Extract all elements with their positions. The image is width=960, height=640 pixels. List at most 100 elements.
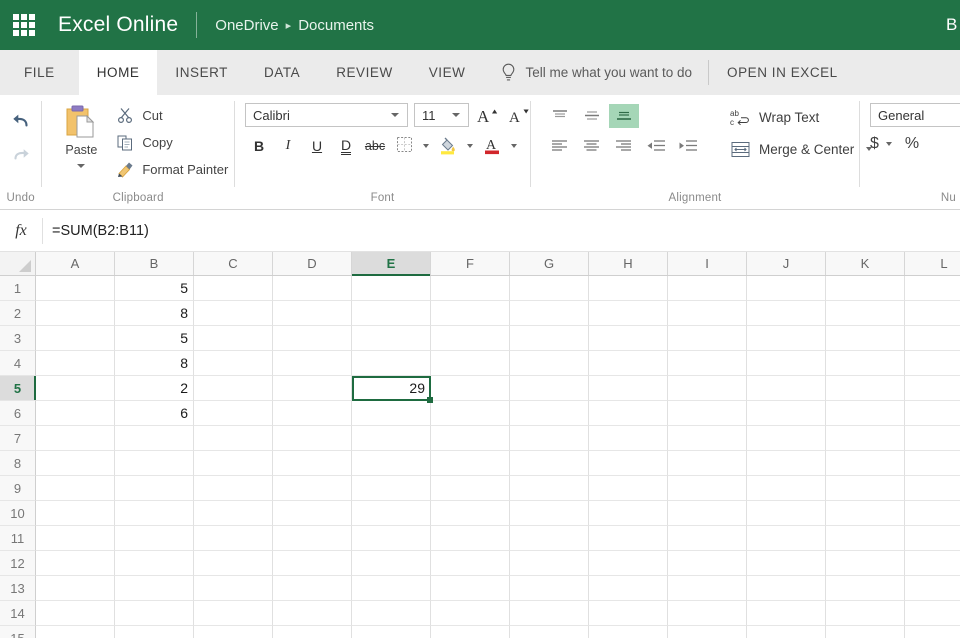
- cell-f14[interactable]: [431, 601, 510, 626]
- cell-l6[interactable]: [905, 401, 960, 426]
- cell-a14[interactable]: [36, 601, 115, 626]
- column-header-k[interactable]: K: [826, 252, 905, 275]
- cell-c5[interactable]: [194, 376, 273, 401]
- cell-k15[interactable]: [826, 626, 905, 638]
- number-format-combobox[interactable]: General: [870, 103, 960, 127]
- cell-l3[interactable]: [905, 326, 960, 351]
- cell-l14[interactable]: [905, 601, 960, 626]
- cell-g13[interactable]: [510, 576, 589, 601]
- cell-g5[interactable]: [510, 376, 589, 401]
- cell-h1[interactable]: [589, 276, 668, 301]
- row-header-13[interactable]: 13: [0, 576, 36, 601]
- cell-d5[interactable]: [273, 376, 352, 401]
- cell-g6[interactable]: [510, 401, 589, 426]
- cell-i3[interactable]: [668, 326, 747, 351]
- cell-e1[interactable]: [352, 276, 431, 301]
- row-header-11[interactable]: 11: [0, 526, 36, 551]
- column-header-f[interactable]: F: [431, 252, 510, 275]
- cell-k6[interactable]: [826, 401, 905, 426]
- cell-e9[interactable]: [352, 476, 431, 501]
- cell-a1[interactable]: [36, 276, 115, 301]
- cell-e4[interactable]: [352, 351, 431, 376]
- cell-i1[interactable]: [668, 276, 747, 301]
- cell-d1[interactable]: [273, 276, 352, 301]
- double-underline-button[interactable]: D: [332, 133, 360, 159]
- cell-a8[interactable]: [36, 451, 115, 476]
- font-color-button[interactable]: A: [478, 133, 506, 159]
- cell-b11[interactable]: [115, 526, 194, 551]
- cell-d2[interactable]: [273, 301, 352, 326]
- cell-f7[interactable]: [431, 426, 510, 451]
- cell-c12[interactable]: [194, 551, 273, 576]
- align-middle-button[interactable]: [577, 104, 607, 128]
- currency-chevron-down-icon[interactable]: [885, 142, 892, 146]
- cell-h2[interactable]: [589, 301, 668, 326]
- row-header-2[interactable]: 2: [0, 301, 36, 326]
- cell-d12[interactable]: [273, 551, 352, 576]
- strikethrough-button[interactable]: abc: [361, 133, 389, 159]
- cell-k3[interactable]: [826, 326, 905, 351]
- cell-k8[interactable]: [826, 451, 905, 476]
- cell-e2[interactable]: [352, 301, 431, 326]
- cell-k5[interactable]: [826, 376, 905, 401]
- row-header-9[interactable]: 9: [0, 476, 36, 501]
- cell-j13[interactable]: [747, 576, 826, 601]
- cell-i12[interactable]: [668, 551, 747, 576]
- cell-f12[interactable]: [431, 551, 510, 576]
- undo-arrow-icon[interactable]: [8, 107, 34, 133]
- open-in-excel-button[interactable]: OPEN IN EXCEL: [709, 50, 856, 95]
- align-top-button[interactable]: [545, 104, 575, 128]
- cell-e13[interactable]: [352, 576, 431, 601]
- format-painter-button[interactable]: Format Painter: [116, 158, 228, 180]
- cell-i14[interactable]: [668, 601, 747, 626]
- cell-k14[interactable]: [826, 601, 905, 626]
- cell-l13[interactable]: [905, 576, 960, 601]
- cell-h10[interactable]: [589, 501, 668, 526]
- cell-c13[interactable]: [194, 576, 273, 601]
- cell-c3[interactable]: [194, 326, 273, 351]
- cell-j3[interactable]: [747, 326, 826, 351]
- cell-e7[interactable]: [352, 426, 431, 451]
- cell-i11[interactable]: [668, 526, 747, 551]
- borders-button[interactable]: [390, 133, 418, 159]
- cell-h7[interactable]: [589, 426, 668, 451]
- cell-l15[interactable]: [905, 626, 960, 638]
- cell-a7[interactable]: [36, 426, 115, 451]
- row-header-7[interactable]: 7: [0, 426, 36, 451]
- cell-c1[interactable]: [194, 276, 273, 301]
- row-header-4[interactable]: 4: [0, 351, 36, 376]
- cell-j7[interactable]: [747, 426, 826, 451]
- cell-b4[interactable]: 8: [115, 351, 194, 376]
- cell-k11[interactable]: [826, 526, 905, 551]
- cell-c15[interactable]: [194, 626, 273, 638]
- tab-data[interactable]: DATA: [246, 50, 318, 95]
- cell-j12[interactable]: [747, 551, 826, 576]
- cell-g15[interactable]: [510, 626, 589, 638]
- column-header-g[interactable]: G: [510, 252, 589, 275]
- cell-g7[interactable]: [510, 426, 589, 451]
- cell-i13[interactable]: [668, 576, 747, 601]
- cell-k12[interactable]: [826, 551, 905, 576]
- cell-a11[interactable]: [36, 526, 115, 551]
- row-header-6[interactable]: 6: [0, 401, 36, 426]
- cell-f11[interactable]: [431, 526, 510, 551]
- cell-f4[interactable]: [431, 351, 510, 376]
- tab-insert[interactable]: INSERT: [157, 50, 246, 95]
- cell-i7[interactable]: [668, 426, 747, 451]
- cell-b1[interactable]: 5: [115, 276, 194, 301]
- cell-a13[interactable]: [36, 576, 115, 601]
- paste-chevron-down-icon[interactable]: [77, 164, 86, 168]
- tab-file[interactable]: FILE: [0, 50, 79, 95]
- cell-d8[interactable]: [273, 451, 352, 476]
- cell-c8[interactable]: [194, 451, 273, 476]
- column-header-a[interactable]: A: [36, 252, 115, 275]
- app-launcher-icon[interactable]: [12, 13, 36, 37]
- cell-a6[interactable]: [36, 401, 115, 426]
- tab-home[interactable]: HOME: [78, 50, 158, 95]
- font-name-combobox[interactable]: Calibri: [245, 103, 408, 127]
- font-name-chevron-down-icon[interactable]: [391, 113, 399, 117]
- cell-k1[interactable]: [826, 276, 905, 301]
- cell-d10[interactable]: [273, 501, 352, 526]
- cell-d4[interactable]: [273, 351, 352, 376]
- tab-view[interactable]: VIEW: [411, 50, 484, 95]
